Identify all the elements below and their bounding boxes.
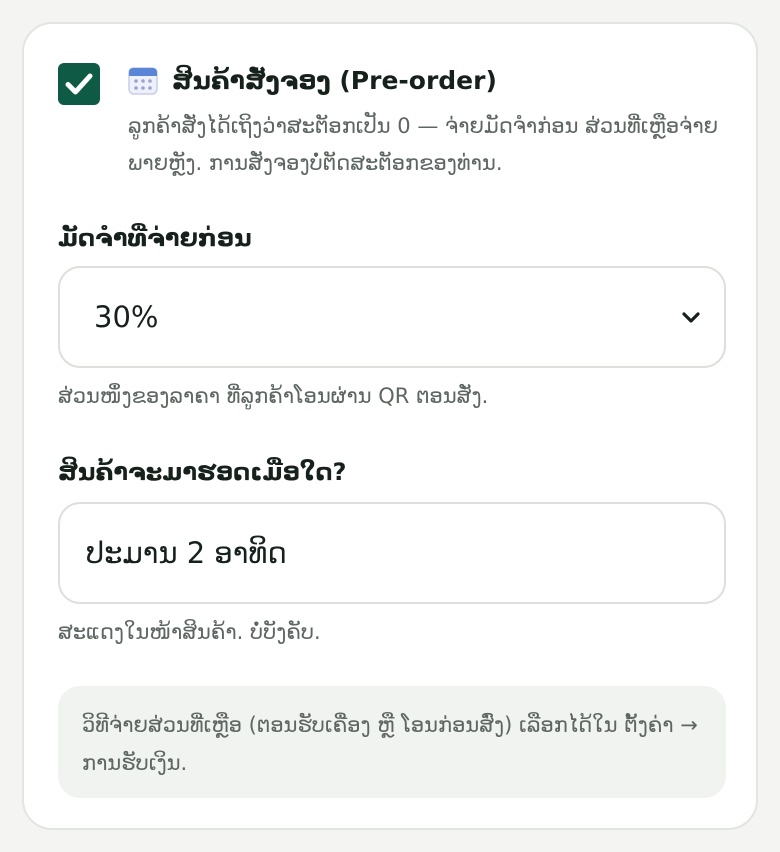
preorder-checkbox[interactable] xyxy=(58,63,100,105)
payment-note: ວິທີຈ່າຍສ່ວນທີ່ເຫຼືອ (ຕອນຮັບເຄື່ອງ ຫຼື ໂ… xyxy=(58,686,726,798)
deposit-select-value: 30% xyxy=(94,300,159,334)
deposit-help-text: ສ່ວນໜຶ່ງຂອງລາຄາ ທີ່ລູກຄ້າໂອນຜ່ານ QR ຕອນສ… xyxy=(58,384,489,408)
preorder-text: ສິນຄ້າສັ່ງຈອງ (Pre-order) ລູກຄ້າສັ່ງໄດ້ເ… xyxy=(128,60,728,182)
preorder-title: ສິນຄ້າສັ່ງຈອງ (Pre-order) xyxy=(172,65,497,95)
calendar-icon xyxy=(128,67,158,95)
deposit-label: ມັດຈຳທີ່ຈ່າຍກ່ອນ xyxy=(58,224,252,252)
arrival-input-value: ປະມານ 2 ອາທິດ xyxy=(86,536,287,570)
arrival-label: ສິນຄ້າຈະມາຮອດເມື່ອໃດ? xyxy=(58,458,347,486)
chevron-down-icon xyxy=(682,312,700,323)
preorder-settings-card: ສິນຄ້າສັ່ງຈອງ (Pre-order) ລູກຄ້າສັ່ງໄດ້ເ… xyxy=(22,22,758,830)
preorder-description: ລູກຄ້າສັ່ງໄດ້ເຖິງວ່າສະຕັອກເປັນ 0 — ຈ່າຍມ… xyxy=(128,114,719,175)
deposit-select[interactable]: 30% xyxy=(58,266,726,368)
checkmark-icon xyxy=(65,73,93,95)
preorder-title-line: ສິນຄ້າສັ່ງຈອງ (Pre-order) xyxy=(128,60,728,100)
arrival-help-text: ສະແດງໃນໜ້າສິນຄ້າ. ບໍ່ບັງຄັບ. xyxy=(58,620,321,644)
arrival-input[interactable]: ປະມານ 2 ອາທິດ xyxy=(58,502,726,604)
